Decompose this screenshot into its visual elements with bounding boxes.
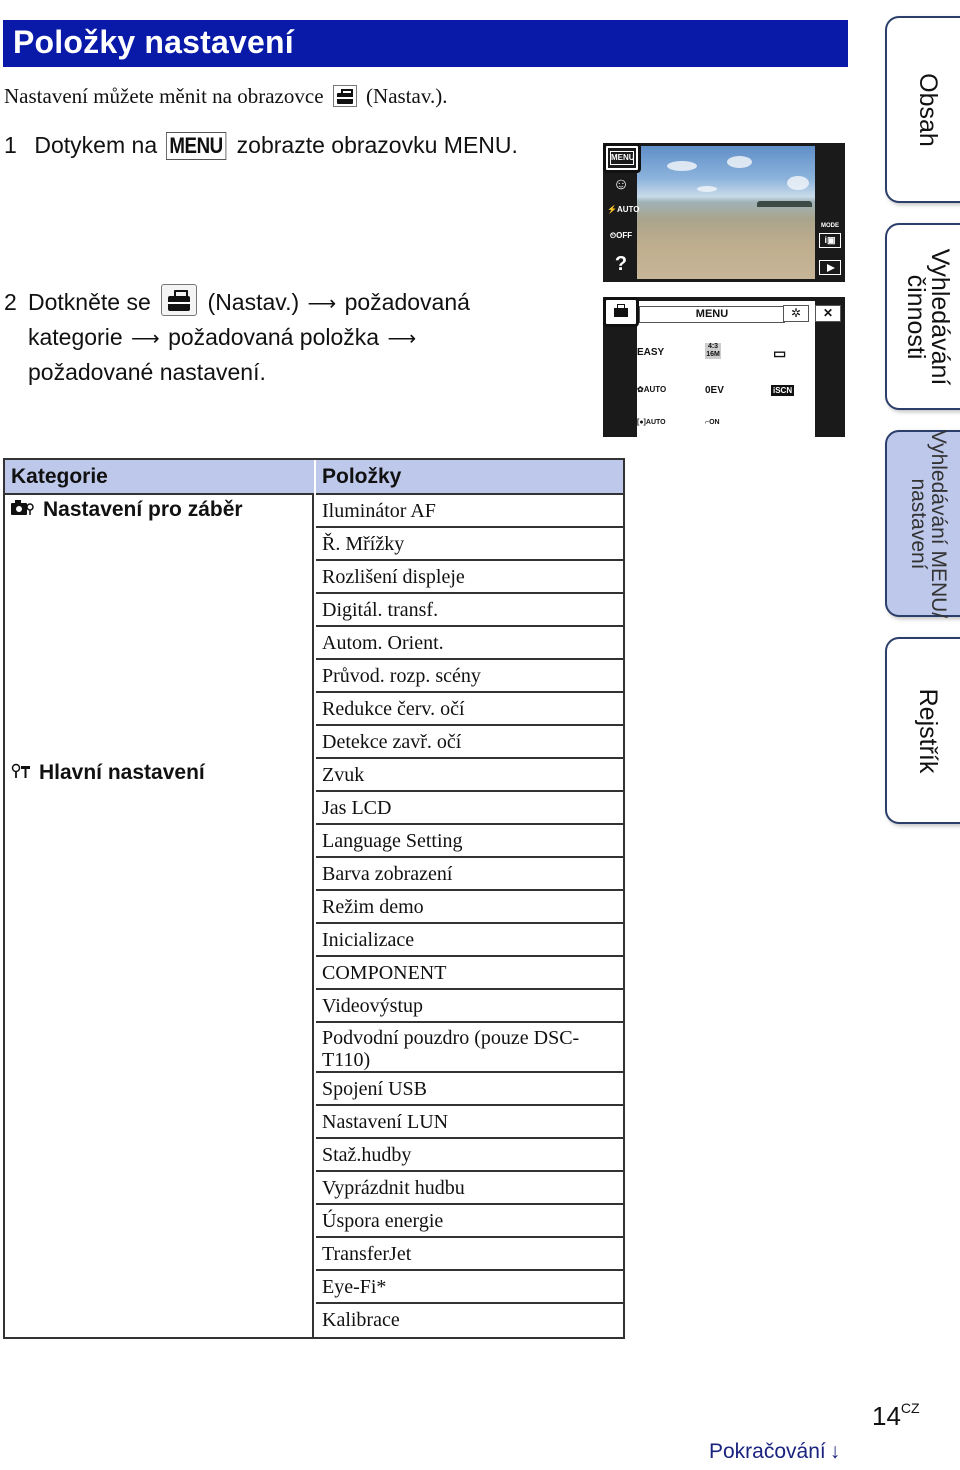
items-list: Iluminátor AF Ř. Mřížky Rozlišení disple…: [316, 495, 623, 1337]
table-row: Zvuk: [316, 759, 623, 792]
step-1: 1 Dotykem na MENU zobrazte obrazovku MEN…: [4, 129, 518, 162]
settings-table: Kategorie Položky Nastavení pro záběr Hl…: [3, 458, 625, 1339]
intro-text-after: (Nastav.).: [366, 84, 448, 108]
exposure-item[interactable]: 0EV: [705, 385, 724, 396]
step-text: zobrazte obrazovku MENU.: [236, 132, 518, 158]
table-row: Digitál. transf.: [316, 594, 623, 627]
table-row: Inicializace: [316, 924, 623, 957]
menu-button[interactable]: MENU: [603, 143, 641, 173]
page-title: Položky nastavení: [13, 24, 294, 60]
settings-tab-button[interactable]: [603, 297, 639, 327]
gear-button[interactable]: ✲: [783, 305, 809, 322]
preview-photo: [637, 146, 815, 279]
intro-text: Nastavení můžete měnit na obrazovce (Nas…: [4, 84, 447, 109]
macro-auto-item[interactable]: ✿AUTO: [637, 385, 666, 394]
table-row: Videovýstup: [316, 990, 623, 1023]
focus-auto-item[interactable]: [●]AUTO: [637, 419, 666, 426]
arrow-down-icon: ↓: [829, 1440, 841, 1463]
grid-on-item[interactable]: ⌐ON: [705, 419, 720, 426]
toolbox-icon: [332, 85, 357, 107]
table-row: Průvod. rozp. scény: [316, 660, 623, 693]
step-text: požadovaná: [344, 289, 470, 315]
table-row: Spojení USB: [316, 1073, 623, 1106]
easy-mode-item[interactable]: EASY: [637, 347, 664, 358]
table-row: Jas LCD: [316, 792, 623, 825]
camera-screen-menu: MENU EASY 4:3 16M ▭ ✿AUTO 0EV iSCN [●]AU…: [603, 297, 845, 437]
table-row: TransferJet: [316, 1238, 623, 1271]
table-row: Ř. Mřížky: [316, 528, 623, 561]
camera-screen-shooting: MENU ☺ ⚡AUTO ⏲OFF ? MODE i▣: [603, 143, 845, 282]
table-row: Režim demo: [316, 891, 623, 924]
table-row: Kalibrace: [322, 1309, 400, 1331]
tab-label: Vyhledávání MENU/ nastavení: [906, 429, 950, 618]
mode-button[interactable]: i▣: [819, 233, 841, 248]
table-row: Eye-Fi*: [316, 1271, 623, 1304]
menu-button-label: MENU: [610, 151, 635, 165]
category-label: Nastavení pro záběr: [43, 498, 243, 521]
menu-title: MENU: [639, 306, 785, 323]
menu-key-icon: MENU: [165, 132, 226, 160]
self-timer-off-icon[interactable]: ⏲OFF: [607, 231, 635, 241]
tab-vyhledavani-menu[interactable]: Vyhledávání MENU/ nastavení: [885, 429, 960, 618]
continue-label: Pokračování: [709, 1440, 826, 1463]
image-size-item[interactable]: 4:3 16M: [705, 343, 721, 359]
arrow-right-icon: ⟶: [387, 328, 417, 350]
category-main: Hlavní nastavení: [11, 761, 205, 785]
table-row: Úspora energie: [316, 1205, 623, 1238]
continue-link[interactable]: Pokračování ↓: [709, 1440, 840, 1464]
step-text: Dotkněte se: [28, 289, 151, 315]
toolbox-icon: [161, 284, 198, 316]
step-number: 2: [4, 289, 17, 315]
page-number: 14CZ: [872, 1400, 920, 1432]
title-bar: Položky nastavení: [3, 20, 848, 67]
table-row: Vyprázdnit hudbu: [316, 1172, 623, 1205]
tools-icon: [11, 761, 31, 785]
table-row: Language Setting: [316, 825, 623, 858]
category-label: Hlavní nastavení: [39, 761, 205, 784]
table-row: Iluminátor AF: [316, 495, 623, 528]
step-text: (Nastav.): [207, 289, 300, 315]
table-row: Rozlišení displeje: [316, 561, 623, 594]
arrow-right-icon: ⟶: [307, 293, 337, 315]
table-row: Redukce červ. očí: [316, 693, 623, 726]
language-code: CZ: [900, 1400, 920, 1416]
arrow-right-icon: ⟶: [131, 328, 160, 350]
table-row: COMPONENT: [316, 957, 623, 990]
close-button[interactable]: ✕: [815, 305, 841, 322]
mode-label: MODE: [821, 223, 839, 229]
tab-label: Vyhledávání činnosti: [901, 248, 954, 385]
step-text: kategorie: [28, 324, 123, 350]
flash-auto-icon[interactable]: ⚡AUTO: [607, 205, 639, 214]
tab-obsah[interactable]: Obsah: [885, 16, 960, 203]
step-number: 1: [4, 132, 17, 158]
table-row: Autom. Orient.: [316, 627, 623, 660]
toolbox-icon: [614, 304, 628, 317]
tab-label: Rejstřík: [913, 688, 942, 773]
intro-text-before: Nastavení můžete měnit na obrazovce: [4, 84, 324, 108]
display-item[interactable]: ▭: [773, 345, 786, 362]
help-icon[interactable]: ?: [607, 253, 635, 276]
table-row: Nastavení LUN: [316, 1106, 623, 1139]
scene-item[interactable]: iSCN: [771, 385, 795, 396]
step-text: Dotykem na: [34, 132, 158, 158]
category-shooting: Nastavení pro záběr: [11, 498, 243, 522]
play-icon[interactable]: [819, 260, 841, 275]
header-kategorie: Kategorie: [5, 460, 314, 495]
step-text: požadované nastavení.: [28, 359, 266, 385]
smile-icon[interactable]: ☺: [607, 176, 635, 194]
header-polozky: Položky: [316, 460, 623, 495]
step-text: požadovaná položka: [168, 324, 380, 350]
tab-label: Obsah: [913, 72, 942, 147]
camera-settings-icon: [11, 498, 35, 522]
step-2: 2 Dotkněte se (Nastav.) ⟶ požadovaná kate…: [4, 284, 564, 389]
category-column: [5, 460, 314, 1337]
tab-vyhledavani-cinnosti[interactable]: Vyhledávání činnosti: [885, 223, 960, 410]
table-row: Podvodní pouzdro (pouze DSC-T110): [316, 1023, 623, 1073]
page-number-value: 14: [872, 1401, 901, 1431]
table-row: Barva zobrazení: [316, 858, 623, 891]
table-row: Stаž.hudby: [316, 1139, 623, 1172]
tab-rejstrik[interactable]: Rejstřík: [885, 637, 960, 824]
table-row: Detekce zavř. očí: [316, 726, 623, 759]
